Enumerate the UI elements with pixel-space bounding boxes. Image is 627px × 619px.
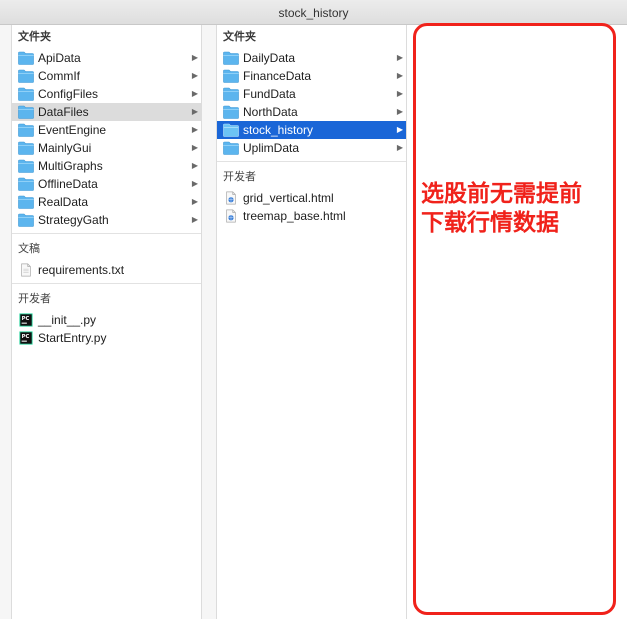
file-row-requirements[interactable]: requirements.txt — [12, 261, 201, 279]
folder-row-commif[interactable]: CommIf ▶ — [12, 67, 201, 85]
folder-row-dailydata[interactable]: DailyData ▶ — [217, 49, 406, 67]
folders-section-header: 文件夹 — [18, 31, 51, 43]
disclosure-arrow-icon: ▶ — [191, 161, 198, 170]
folder-icon — [223, 141, 239, 155]
folder-icon — [18, 159, 34, 173]
section-divider — [12, 283, 201, 284]
folder-row-financedata[interactable]: FinanceData ▶ — [217, 67, 406, 85]
folder-icon — [18, 123, 34, 137]
left-gutter — [0, 25, 11, 619]
folder-row-funddata[interactable]: FundData ▶ — [217, 85, 406, 103]
file-label: __init__.py — [38, 313, 97, 327]
file-row-startentry-py[interactable]: PC StartEntry.py — [12, 329, 201, 347]
folder-row-multigraphs[interactable]: MultiGraphs ▶ — [12, 157, 201, 175]
folder-row-eventengine[interactable]: EventEngine ▶ — [12, 121, 201, 139]
folder-row-datafiles[interactable]: DataFiles ▶ — [12, 103, 201, 121]
column-gutter — [202, 25, 216, 619]
folder-label: ConfigFiles — [38, 87, 99, 101]
file-row-grid-vertical-html[interactable]: grid_vertical.html — [217, 189, 406, 207]
folder-icon — [223, 51, 239, 65]
disclosure-arrow-icon: ▶ — [191, 179, 198, 188]
file-row-treemap-base-html[interactable]: treemap_base.html — [217, 207, 406, 225]
folder-row-mainlygui[interactable]: MainlyGui ▶ — [12, 139, 201, 157]
folder-label: DailyData — [243, 51, 296, 65]
section-divider — [217, 161, 406, 162]
section-divider — [12, 233, 201, 234]
disclosure-arrow-icon: ▶ — [191, 89, 198, 98]
finder-column-2[interactable]: 文件夹 DailyData ▶ FinanceData ▶ FundData ▶… — [216, 25, 407, 619]
folder-icon — [18, 69, 34, 83]
folder-label: MainlyGui — [38, 141, 92, 155]
text-document-icon — [21, 263, 31, 277]
folder-icon — [223, 87, 239, 101]
folder-icon — [18, 87, 34, 101]
disclosure-arrow-icon: ▶ — [191, 215, 198, 224]
developer-section-header: 开发者 — [18, 293, 51, 305]
folder-label: stock_history — [243, 123, 314, 137]
file-row-init-py[interactable]: PC __init__.py — [12, 311, 201, 329]
folder-label: CommIf — [38, 69, 80, 83]
disclosure-arrow-icon: ▶ — [191, 53, 198, 62]
disclosure-arrow-icon: ▶ — [191, 71, 198, 80]
folder-row-offlinedata[interactable]: OfflineData ▶ — [12, 175, 201, 193]
disclosure-arrow-icon: ▶ — [191, 143, 198, 152]
folder-icon — [18, 51, 34, 65]
folder-label: UplimData — [243, 141, 300, 155]
folder-label: DataFiles — [38, 105, 89, 119]
svg-text:PC: PC — [22, 316, 30, 322]
folder-icon — [223, 69, 239, 83]
folder-icon — [18, 141, 34, 155]
developer-section-header: 开发者 — [223, 171, 256, 183]
disclosure-arrow-icon: ▶ — [396, 89, 403, 98]
folder-icon — [18, 177, 34, 191]
folder-label: StrategyGath — [38, 213, 109, 227]
folder-row-configfiles[interactable]: ConfigFiles ▶ — [12, 85, 201, 103]
folder-icon — [18, 195, 34, 209]
disclosure-arrow-icon: ▶ — [191, 107, 198, 116]
disclosure-arrow-icon: ▶ — [396, 53, 403, 62]
disclosure-arrow-icon: ▶ — [396, 125, 403, 134]
annotation-box — [413, 23, 616, 615]
folder-label: RealData — [38, 195, 89, 209]
file-label: requirements.txt — [38, 263, 125, 277]
annotation-line-1: 选股前无需提前 — [421, 181, 582, 207]
folder-row-strategygath[interactable]: StrategyGath ▶ — [12, 211, 201, 229]
folder-row-stock-history[interactable]: stock_history ▶ — [217, 121, 406, 139]
folder-row-uplimdata[interactable]: UplimData ▶ — [217, 139, 406, 157]
folder-label: EventEngine — [38, 123, 107, 137]
file-label: grid_vertical.html — [243, 191, 334, 205]
disclosure-arrow-icon: ▶ — [396, 143, 403, 152]
file-label: treemap_base.html — [243, 209, 346, 223]
disclosure-arrow-icon: ▶ — [396, 107, 403, 116]
folder-icon — [18, 105, 34, 119]
folder-icon — [18, 213, 34, 227]
file-label: StartEntry.py — [38, 331, 107, 345]
folder-row-apidata[interactable]: ApiData ▶ — [12, 49, 201, 67]
window-title: stock_history — [278, 6, 349, 20]
folder-label: NorthData — [243, 105, 298, 119]
html-document-icon — [226, 191, 236, 205]
annotation-line-2: 下载行情数据 — [421, 210, 559, 236]
folder-row-northdata[interactable]: NorthData ▶ — [217, 103, 406, 121]
folder-label: FinanceData — [243, 69, 312, 83]
disclosure-arrow-icon: ▶ — [396, 71, 403, 80]
pycharm-file-icon: PC — [19, 313, 33, 327]
disclosure-arrow-icon: ▶ — [191, 197, 198, 206]
window-titlebar[interactable]: stock_history — [0, 0, 627, 25]
disclosure-arrow-icon: ▶ — [191, 125, 198, 134]
svg-text:PC: PC — [22, 334, 30, 340]
folder-label: ApiData — [38, 51, 81, 65]
pycharm-file-icon: PC — [19, 331, 33, 345]
finder-column-1[interactable]: 文件夹 ApiData ▶ CommIf ▶ ConfigFiles ▶ Dat… — [11, 25, 202, 619]
folder-label: MultiGraphs — [38, 159, 103, 173]
folder-row-realdata[interactable]: RealData ▶ — [12, 193, 201, 211]
documents-section-header: 文稿 — [18, 243, 40, 255]
folder-icon — [223, 123, 239, 137]
folder-icon — [223, 105, 239, 119]
html-document-icon — [226, 209, 236, 223]
annotation-note: 选股前无需提前 下载行情数据 — [421, 180, 611, 238]
folders-section-header: 文件夹 — [223, 31, 256, 43]
folder-label: FundData — [243, 87, 296, 101]
folder-label: OfflineData — [38, 177, 98, 191]
